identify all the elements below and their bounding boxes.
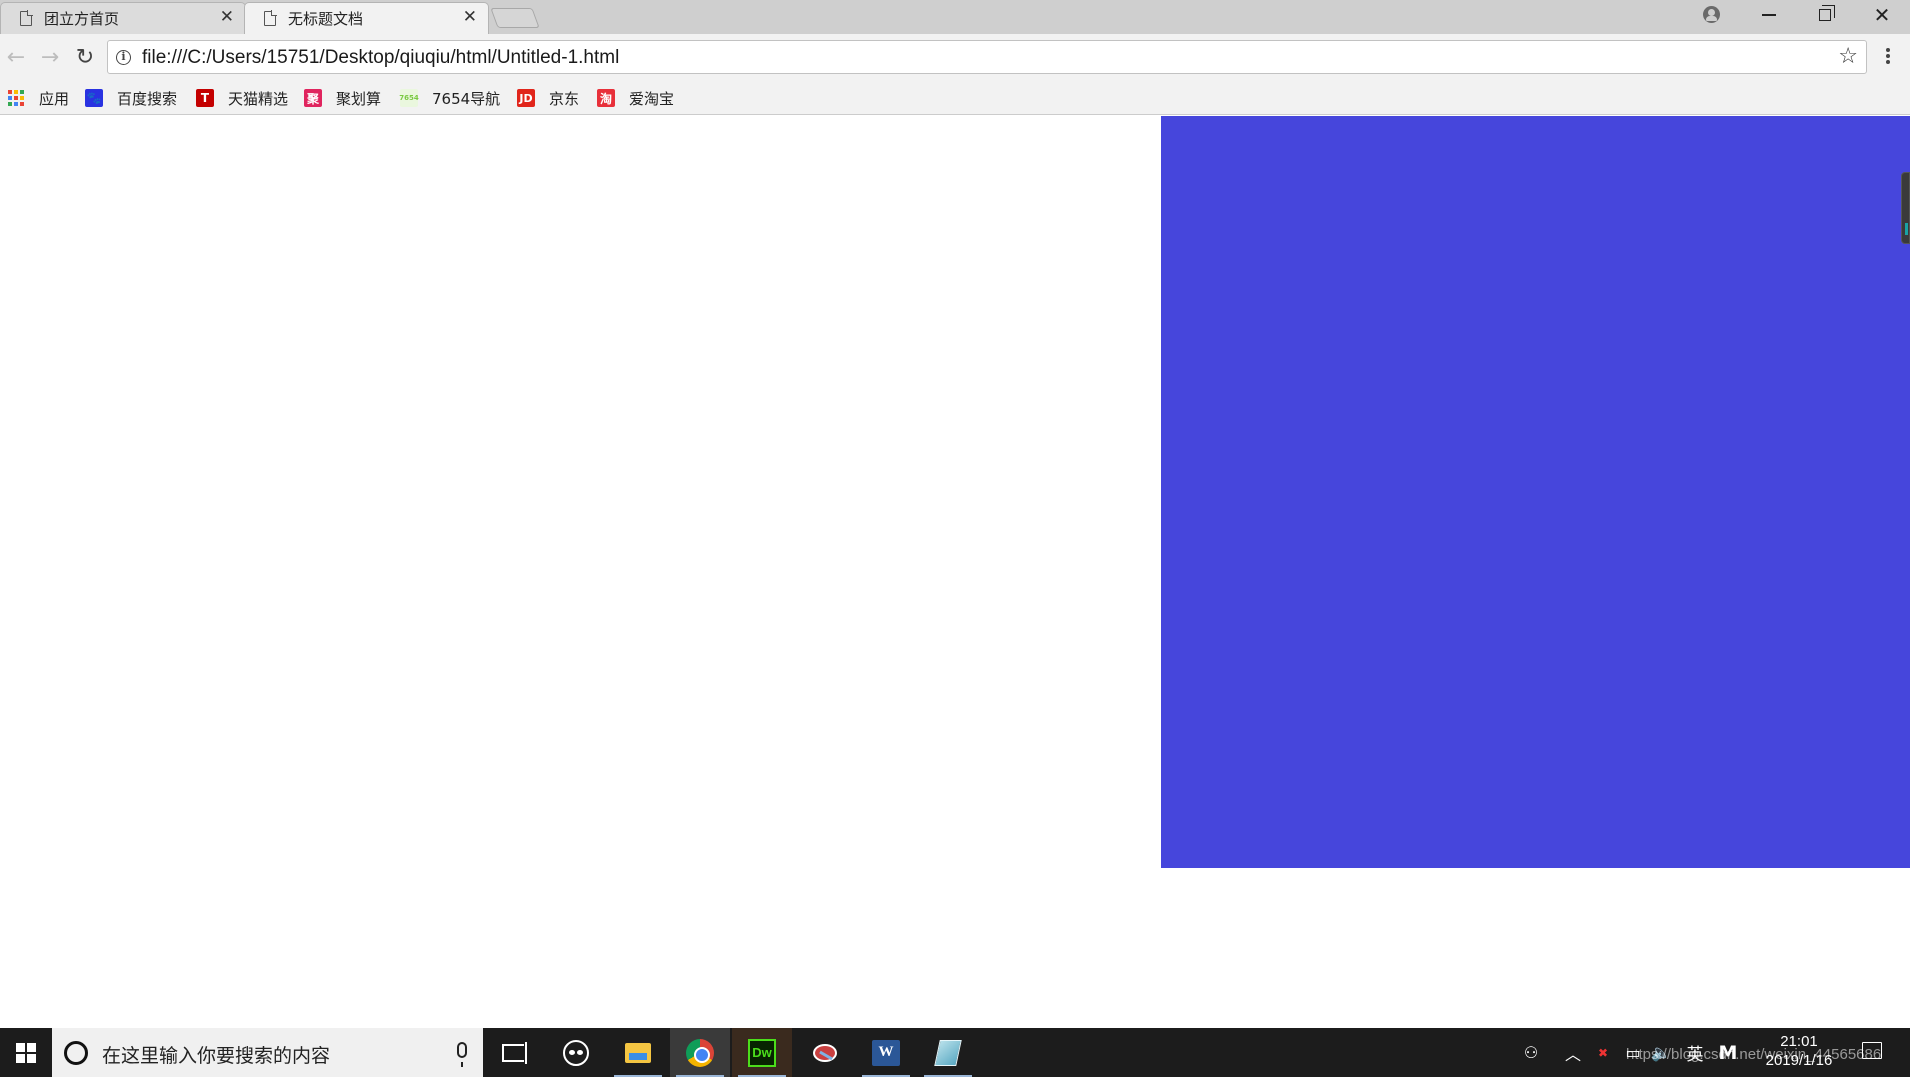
microphone-icon[interactable]	[457, 1042, 467, 1067]
forward-button[interactable]: →	[37, 44, 63, 70]
url-text[interactable]: file:///C:/Users/15751/Desktop/qiuqiu/ht…	[142, 47, 619, 69]
taskbar-app-file-explorer[interactable]	[608, 1028, 668, 1077]
restore-button[interactable]	[1797, 0, 1853, 30]
browser-tab-strip: 团立方首页 ✕ 无标题文档 ✕ ✕	[0, 0, 1910, 34]
taskbar-app-notepad[interactable]	[918, 1028, 978, 1077]
tab-tuanlifang-home[interactable]: 团立方首页 ✕	[0, 2, 246, 34]
taskbar-clock[interactable]: 21:01 2019/1/16	[1752, 1032, 1846, 1070]
close-window-button[interactable]: ✕	[1854, 0, 1910, 30]
bookmark-tmall[interactable]: T 天猫精选	[196, 86, 288, 110]
dreamweaver-icon: Dw	[748, 1038, 776, 1067]
restore-icon	[1819, 5, 1835, 21]
panda-icon	[563, 1039, 589, 1066]
tab-background	[244, 2, 489, 34]
bookmark-label: 7654导航	[432, 89, 501, 108]
people-icon: ⚇	[1523, 1043, 1539, 1062]
browser-menu-button[interactable]	[1883, 44, 1893, 68]
close-tab-icon[interactable]: ✕	[463, 9, 477, 26]
bookmark-label: 百度搜索	[117, 89, 178, 108]
7654-icon: 7654	[399, 89, 419, 107]
tab-untitled-document[interactable]: 无标题文档 ✕	[244, 2, 489, 34]
bookmark-apps[interactable]: 应用	[7, 86, 69, 110]
apps-grid-icon	[7, 89, 25, 107]
bookmark-star-icon[interactable]: ☆	[1838, 44, 1858, 69]
chrome-icon	[686, 1038, 714, 1067]
chevron-up-icon: ︿	[1564, 1044, 1581, 1064]
task-view-button[interactable]	[483, 1028, 543, 1077]
menu-dot	[1886, 54, 1890, 58]
people-button[interactable]: ⚇	[1517, 1028, 1545, 1077]
taskbar-app-panda[interactable]	[546, 1028, 606, 1077]
browser-toolbar: ← → ↻ i file:///C:/Users/15751/Desktop/q…	[0, 34, 1910, 80]
blue-box	[1161, 116, 1910, 868]
bookmark-label: 爱淘宝	[629, 89, 675, 108]
document-icon	[20, 10, 33, 26]
bookmark-label: 天猫精选	[228, 89, 289, 108]
profile-icon[interactable]	[1703, 6, 1720, 23]
tab-title: 无标题文档	[288, 9, 364, 28]
task-view-icon	[502, 1041, 527, 1064]
page-viewport	[0, 116, 1910, 1028]
bookmark-jd[interactable]: JD 京东	[517, 86, 579, 110]
reload-icon: ↻	[75, 44, 95, 70]
folder-icon	[625, 1042, 651, 1063]
tab-title: 团立方首页	[44, 9, 120, 28]
windows-logo-icon	[16, 1042, 36, 1063]
menu-dot	[1886, 48, 1890, 52]
show-hidden-icons-button[interactable]: ︿	[1560, 1028, 1586, 1077]
notepad-icon	[934, 1039, 962, 1066]
clock-date: 2019/1/16	[1765, 1052, 1833, 1069]
menu-dot	[1886, 60, 1890, 64]
taskbar-app-word[interactable]: W	[856, 1028, 916, 1077]
bookmark-label: 聚划算	[336, 89, 382, 108]
bookmark-label: 应用	[39, 89, 70, 108]
close-tab-icon[interactable]: ✕	[220, 9, 234, 26]
jd-icon: JD	[517, 89, 535, 107]
baidu-paw-icon: 🐾	[85, 89, 103, 107]
tmall-icon: T	[196, 89, 214, 107]
close-icon: ✕	[1873, 3, 1891, 27]
taskbar-app-snipping-tool[interactable]	[794, 1028, 854, 1077]
aitaobao-icon: 淘	[597, 89, 615, 107]
tab-background	[0, 2, 246, 34]
windows-taskbar: 在这里输入你要搜索的内容 Dw W ⚇ ︿ ✖ ▭ 🔈 英 M https://…	[0, 1028, 1910, 1077]
search-placeholder[interactable]: 在这里输入你要搜索的内容	[102, 1041, 330, 1068]
document-icon	[264, 10, 277, 26]
taskbar-app-chrome[interactable]	[670, 1028, 730, 1077]
bookmark-baidu[interactable]: 🐾 百度搜索	[85, 86, 177, 110]
side-panel-handle[interactable]	[1901, 172, 1910, 244]
taskbar-search-box[interactable]: 在这里输入你要搜索的内容	[52, 1028, 483, 1077]
bookmark-label: 京东	[549, 89, 580, 108]
arrow-left-icon: ←	[6, 44, 26, 70]
start-button[interactable]	[0, 1028, 52, 1077]
minimize-icon	[1762, 14, 1776, 16]
snipping-tool-icon	[811, 1042, 837, 1064]
bookmarks-bar: 应用 🐾 百度搜索 T 天猫精选 聚 聚划算 7654 7654导航 JD 京东…	[0, 80, 1910, 115]
reload-button[interactable]: ↻	[72, 44, 98, 70]
network-tray-button[interactable]: ✖	[1590, 1028, 1616, 1077]
action-center-icon[interactable]	[1862, 1042, 1882, 1059]
address-bar[interactable]: i file:///C:/Users/15751/Desktop/qiuqiu/…	[107, 40, 1867, 74]
new-tab-button[interactable]	[490, 8, 540, 28]
bookmark-7654[interactable]: 7654 7654导航	[399, 86, 501, 110]
arrow-right-icon: →	[40, 44, 60, 70]
taskbar-app-dreamweaver[interactable]: Dw	[732, 1028, 792, 1077]
back-button[interactable]: ←	[3, 44, 29, 70]
network-error-icon: ✖	[1597, 1045, 1609, 1060]
bookmark-aitaobao[interactable]: 淘 爱淘宝	[597, 86, 674, 110]
cortana-icon[interactable]	[64, 1041, 88, 1065]
info-icon[interactable]: i	[116, 50, 131, 65]
bookmark-juhuasuan[interactable]: 聚 聚划算	[304, 86, 381, 110]
minimize-button[interactable]	[1741, 0, 1797, 30]
clock-time: 21:01	[1780, 1033, 1818, 1050]
word-icon: W	[872, 1039, 900, 1066]
juhuasuan-icon: 聚	[304, 89, 322, 107]
